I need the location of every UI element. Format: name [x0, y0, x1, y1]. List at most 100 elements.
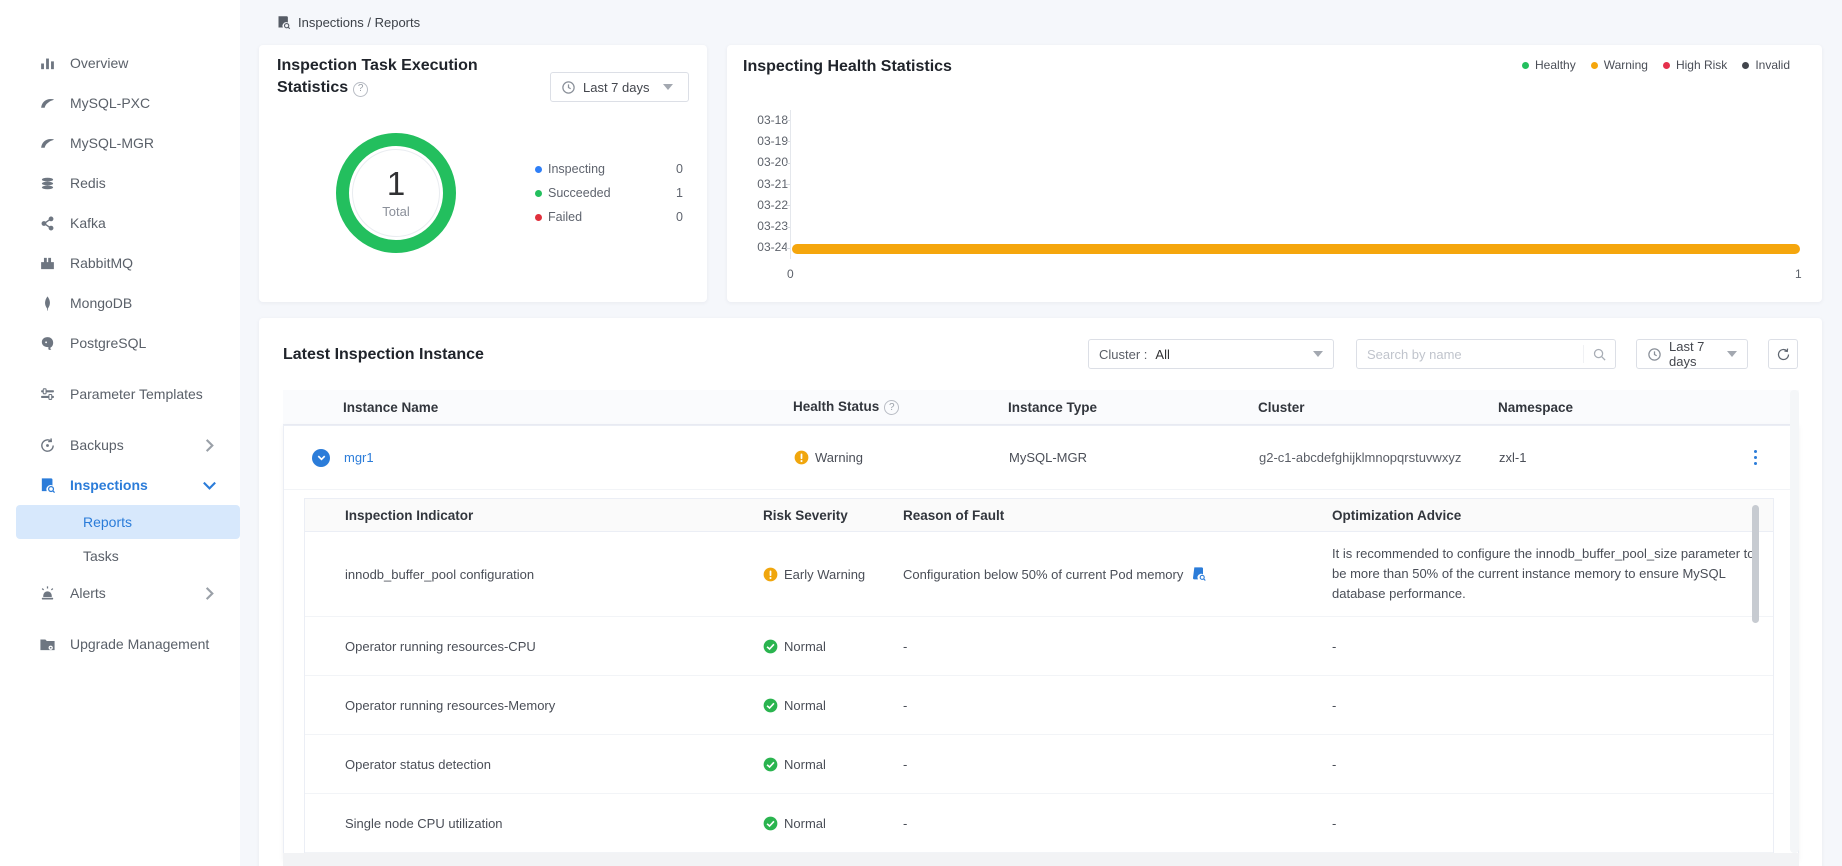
help-icon[interactable]: ? [353, 82, 368, 97]
indicator-cell: Single node CPU utilization [305, 816, 763, 831]
sidebar-item-parameter-templates[interactable]: Parameter Templates [0, 363, 240, 425]
indicator-cell: innodb_buffer_pool configuration [305, 567, 763, 582]
fault-cell: - [903, 757, 1332, 772]
sidebar-item-upgrade-management[interactable]: Upgrade Management [0, 613, 240, 675]
axis-tick [786, 163, 790, 164]
legend-item-inspecting[interactable]: Inspecting 0 [535, 157, 683, 181]
sidebar-item-backups[interactable]: Backups [0, 425, 240, 465]
view-report-icon[interactable] [1191, 566, 1207, 582]
breadcrumb[interactable]: Inspections / Reports [276, 10, 420, 34]
check-circle-icon [763, 698, 778, 713]
table-header: Instance Name Health Status? Instance Ty… [283, 390, 1799, 425]
col-namespace: Namespace [1498, 400, 1710, 415]
donut-total-value: 1 [387, 167, 405, 201]
axis-tick [786, 141, 790, 142]
inspection-report-icon [276, 15, 291, 30]
caret-down-icon [663, 84, 673, 90]
donut-legend: Inspecting 0 Succeeded 1 Failed 0 [535, 157, 683, 229]
breadcrumb-path: Inspections / Reports [298, 15, 420, 30]
cluster-filter-select[interactable]: Cluster : All [1088, 339, 1334, 369]
advice-cell: - [1332, 698, 1775, 713]
sidebar-item-alerts[interactable]: Alerts [0, 573, 240, 613]
leaf-icon [38, 294, 56, 312]
sidebar-item-postgresql[interactable]: PostgreSQL [0, 323, 240, 363]
search-icon[interactable] [1583, 345, 1615, 363]
col-risk-severity: Risk Severity [763, 508, 903, 523]
sidebar-item-tasks[interactable]: Tasks [16, 539, 240, 573]
task-execution-card: Inspection Task Execution Statistics? La… [259, 45, 707, 302]
health-legend: Healthy Warning High Risk Invalid [1522, 58, 1790, 72]
instance-type-cell: MySQL-MGR [1009, 450, 1259, 465]
warning-icon [763, 567, 778, 582]
axis-tick [786, 120, 790, 121]
expanded-instance-block: mgr1 Warning MySQL-MGR g2-c1-abcdefghijk… [283, 425, 1799, 860]
row-actions-menu[interactable] [1750, 446, 1762, 470]
collapse-row-icon[interactable] [312, 449, 330, 467]
subtable-row: Single node CPU utilization Normal - - [305, 794, 1773, 853]
help-icon[interactable]: ? [884, 400, 899, 415]
sidebar-item-mysql-pxc[interactable]: MySQL-PXC [0, 83, 240, 123]
subtable-row: innodb_buffer_pool configuration Early W… [305, 532, 1773, 617]
instances-table: Instance Name Health Status? Instance Ty… [283, 390, 1799, 860]
instance-row[interactable]: mgr1 Warning MySQL-MGR g2-c1-abcdefghijk… [284, 426, 1798, 490]
caret-down-icon [1727, 351, 1737, 357]
y-axis-labels: 03-18 03-19 03-20 03-21 03-22 03-23 03-2… [727, 110, 788, 258]
warning-icon [794, 450, 809, 465]
chevron-down-icon [201, 477, 218, 494]
subtable-row: Operator status detection Normal - - [305, 735, 1773, 794]
date-range-select[interactable]: Last 7 days [1636, 339, 1748, 369]
sidebar-item-kafka[interactable]: Kafka [0, 203, 240, 243]
instance-name-link[interactable]: mgr1 [344, 450, 794, 465]
sidebar-item-rabbitmq[interactable]: RabbitMQ [0, 243, 240, 283]
check-circle-icon [763, 816, 778, 831]
sidebar-item-inspections[interactable]: Inspections [0, 465, 240, 505]
table-scrollbar-track[interactable] [1790, 390, 1799, 853]
check-circle-icon [763, 639, 778, 654]
x-tick-min: 0 [787, 267, 794, 281]
chevron-right-icon [201, 437, 218, 454]
legend-dot [535, 214, 542, 221]
legend-item-invalid[interactable]: Invalid [1742, 58, 1790, 72]
date-range-select[interactable]: Last 7 days [550, 72, 689, 102]
legend-item-succeeded[interactable]: Succeeded 1 [535, 181, 683, 205]
legend-item-failed[interactable]: Failed 0 [535, 205, 683, 229]
axis-tick [786, 227, 790, 228]
advice-cell: - [1332, 816, 1775, 831]
card-title: Inspecting Health Statistics [743, 58, 952, 76]
y-axis-line [790, 110, 791, 259]
indicator-cell: Operator running resources-Memory [305, 698, 763, 713]
legend-item-warning[interactable]: Warning [1591, 58, 1648, 72]
legend-item-healthy[interactable]: Healthy [1522, 58, 1576, 72]
subtable-row: Operator running resources-Memory Normal… [305, 676, 1773, 735]
sidebar-item-reports[interactable]: Reports [16, 505, 240, 539]
sidebar-item-redis[interactable]: Redis [0, 163, 240, 203]
subtable-scrollbar[interactable] [1752, 505, 1759, 623]
legend-item-high-risk[interactable]: High Risk [1663, 58, 1727, 72]
subtable-header: Inspection Indicator Risk Severity Reaso… [305, 499, 1773, 532]
namespace-cell: zxl-1 [1499, 450, 1711, 465]
sidebar-item-mongodb[interactable]: MongoDB [0, 283, 240, 323]
clock-icon [561, 80, 576, 95]
rabbitmq-icon [38, 254, 56, 272]
col-instance-name: Instance Name [343, 400, 793, 415]
sidebar-item-mysql-mgr[interactable]: MySQL-MGR [0, 123, 240, 163]
sidebar: Overview MySQL-PXC MySQL-MGR Redis Kafka… [0, 0, 240, 866]
cluster-cell: g2-c1-abcdefghijklmnopqrstuvwxyz [1259, 450, 1499, 465]
fault-cell: Configuration below 50% of current Pod m… [903, 566, 1332, 582]
severity-cell: Early Warning [763, 567, 903, 582]
advice-cell: It is recommended to configure the innod… [1332, 532, 1775, 616]
caret-down-icon [1313, 351, 1323, 357]
col-reason-of-fault: Reason of Fault [903, 508, 1332, 523]
search-input[interactable] [1357, 347, 1583, 362]
legend-dot [535, 190, 542, 197]
severity-cell: Normal [763, 816, 903, 831]
fault-cell: - [903, 816, 1332, 831]
backup-restore-icon [38, 436, 56, 454]
col-cluster: Cluster [1258, 400, 1498, 415]
chevron-right-icon [201, 585, 218, 602]
refresh-button[interactable] [1768, 339, 1798, 369]
sidebar-item-overview[interactable]: Overview [0, 43, 240, 83]
severity-cell: Normal [763, 757, 903, 772]
card-title: Latest Inspection Instance [283, 346, 484, 364]
advice-cell: - [1332, 639, 1775, 654]
